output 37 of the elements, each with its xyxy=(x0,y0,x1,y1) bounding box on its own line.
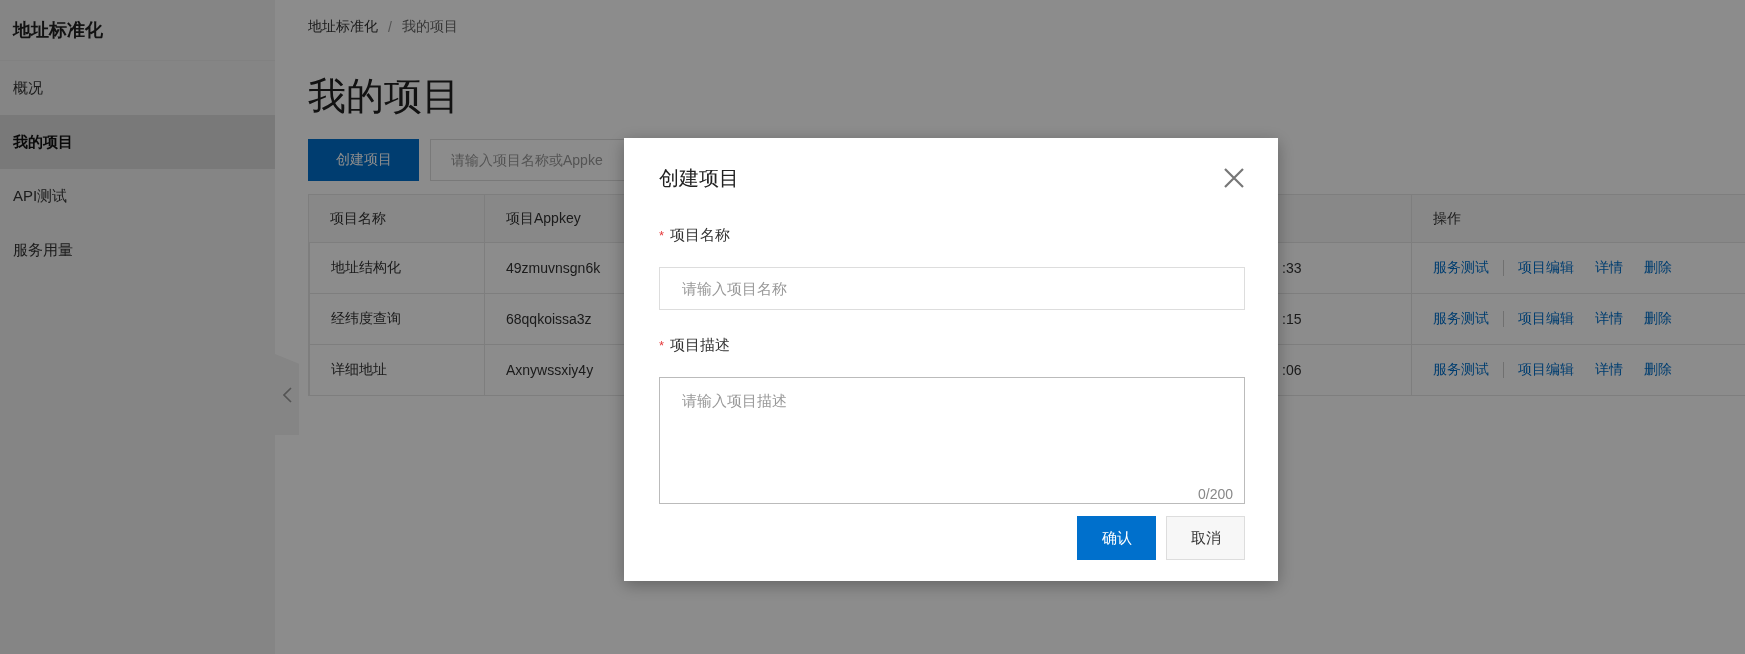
column-header: 操作 xyxy=(1411,195,1745,243)
breadcrumb-item: 我的项目 xyxy=(401,18,458,36)
confirm-button[interactable]: 确认 xyxy=(1077,516,1156,560)
action-link[interactable]: 项目编辑 xyxy=(1518,259,1574,277)
breadcrumb-separator: / xyxy=(388,19,392,35)
action-link[interactable]: 详情 xyxy=(1595,259,1623,277)
sidebar-item[interactable]: 概况 xyxy=(0,61,275,115)
cancel-button[interactable]: 取消 xyxy=(1166,516,1245,560)
action-link[interactable]: 服务测试 xyxy=(1433,310,1489,328)
action-link[interactable]: 删除 xyxy=(1644,310,1672,328)
action-link[interactable]: 服务测试 xyxy=(1433,361,1489,379)
action-link[interactable]: 项目编辑 xyxy=(1518,310,1574,328)
action-link[interactable]: 详情 xyxy=(1595,361,1623,379)
sidebar-title: 地址标准化 xyxy=(13,19,103,42)
create-project-button[interactable]: 创建项目 xyxy=(308,139,419,181)
breadcrumb-item[interactable]: 地址标准化 xyxy=(308,18,378,36)
sidebar-item[interactable]: 服务用量 xyxy=(0,223,275,277)
field-label: 项目名称 xyxy=(670,226,731,245)
action-link[interactable]: 删除 xyxy=(1644,361,1672,379)
action-link[interactable]: 删除 xyxy=(1644,259,1672,277)
sidebar-item[interactable]: 我的项目 xyxy=(0,115,275,169)
action-link[interactable]: 服务测试 xyxy=(1433,259,1489,277)
name-input-field[interactable]: 请输入项目名称 xyxy=(659,267,1245,310)
action-link[interactable]: 详情 xyxy=(1595,310,1623,328)
sidebar-item[interactable]: API测试 xyxy=(0,169,275,223)
table-cell: 地址结构化 xyxy=(309,243,484,294)
close-icon xyxy=(1223,167,1245,189)
chevron-left-icon xyxy=(282,386,292,403)
close-button[interactable] xyxy=(1223,167,1245,189)
page-heading: 我的项目 xyxy=(308,74,461,119)
action-link[interactable]: 项目编辑 xyxy=(1518,361,1574,379)
column-header: 项目名称 xyxy=(309,195,484,243)
table-cell: 经纬度查询 xyxy=(309,294,484,345)
required-mark: * xyxy=(659,228,665,243)
dialog-title: 创建项目 xyxy=(659,165,739,191)
character-counter: 0/200 xyxy=(1197,486,1233,502)
table-cell: 详细地址 xyxy=(309,345,484,396)
